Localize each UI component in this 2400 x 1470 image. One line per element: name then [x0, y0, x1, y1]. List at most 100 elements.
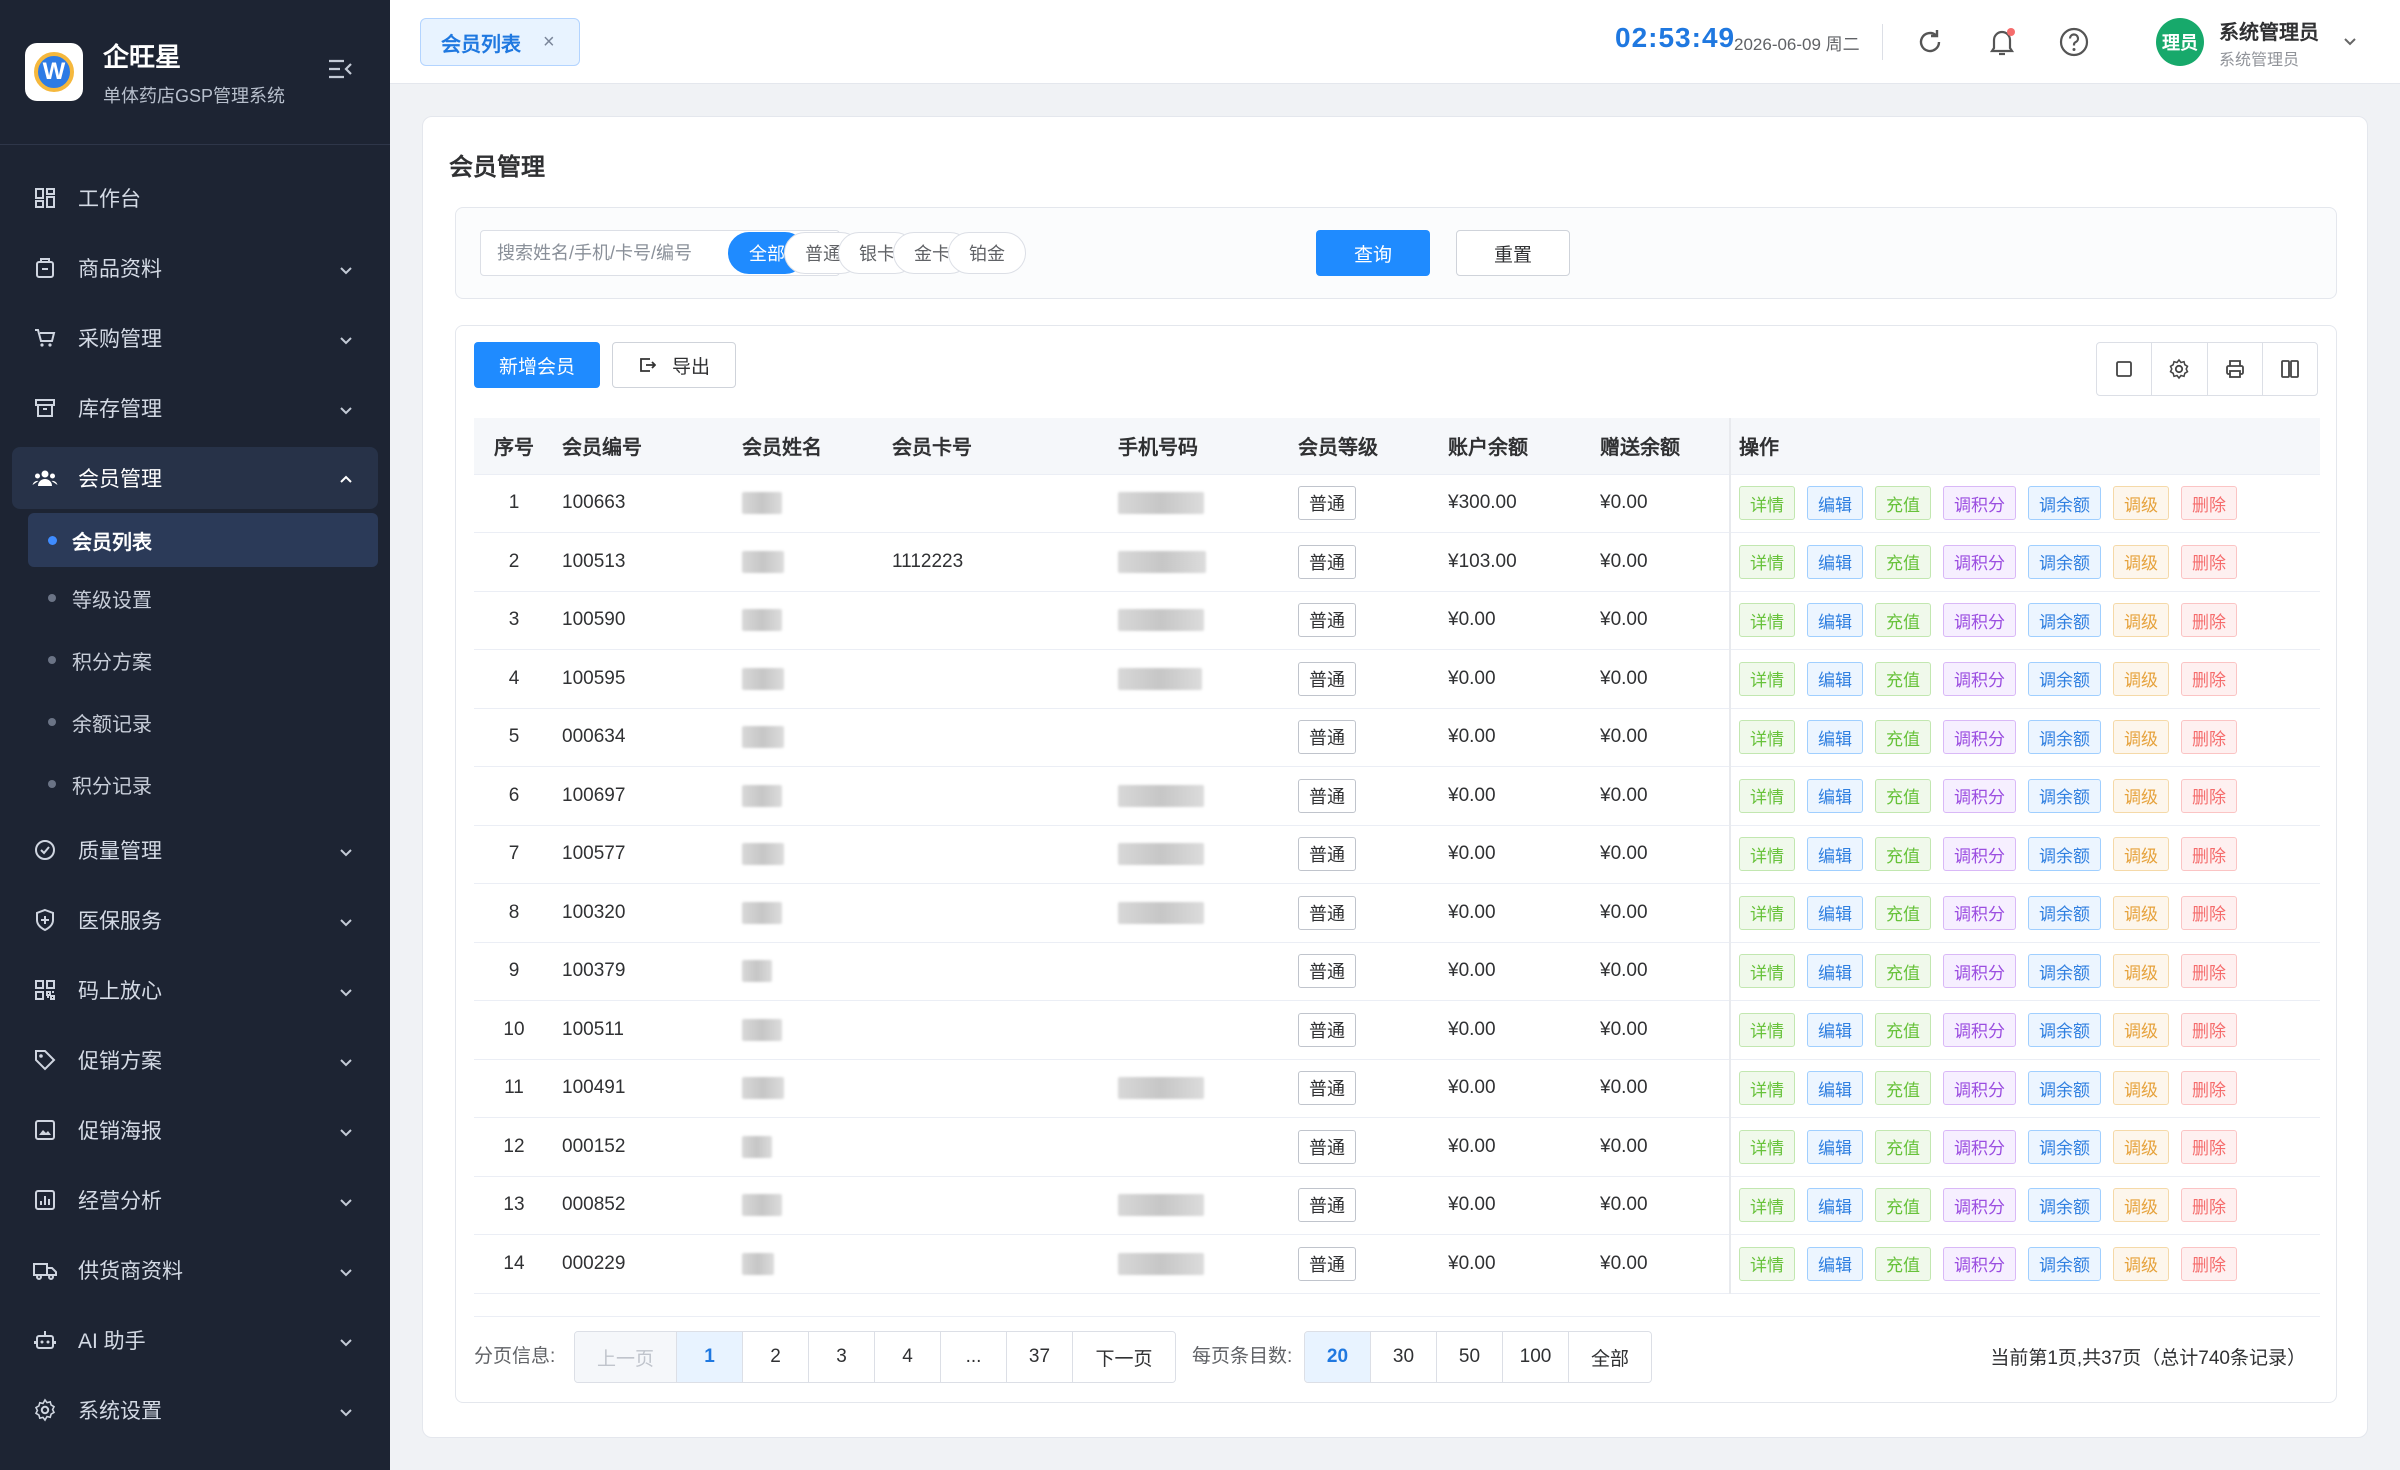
reset-button[interactable]: 重置 — [1456, 230, 1570, 276]
adjust-points-button[interactable]: 调积分 — [1943, 1129, 2016, 1164]
adjust-points-button[interactable]: 调积分 — [1943, 837, 2016, 872]
recharge-button[interactable]: 充值 — [1875, 1188, 1931, 1223]
detail-button[interactable]: 详情 — [1739, 954, 1795, 989]
adjust-level-button[interactable]: 调级 — [2113, 1071, 2169, 1106]
detail-button[interactable]: 详情 — [1739, 720, 1795, 755]
export-button[interactable]: 导出 — [612, 342, 736, 388]
adjust-points-button[interactable]: 调积分 — [1943, 603, 2016, 638]
sidebar-item-qrcode[interactable]: 码上放心 — [0, 955, 390, 1025]
page-button[interactable]: 1 — [677, 1332, 743, 1382]
detail-button[interactable]: 详情 — [1739, 778, 1795, 813]
detail-button[interactable]: 详情 — [1739, 1012, 1795, 1047]
delete-button[interactable]: 删除 — [2181, 720, 2237, 755]
sidebar-item-members[interactable]: 会员管理 — [12, 447, 378, 509]
adjust-balance-button[interactable]: 调余额 — [2028, 486, 2101, 521]
prev-page-button[interactable]: 上一页 — [575, 1332, 677, 1382]
detail-button[interactable]: 详情 — [1739, 837, 1795, 872]
notification-bell-icon[interactable] — [1984, 24, 2020, 60]
delete-button[interactable]: 删除 — [2181, 603, 2237, 638]
adjust-level-button[interactable]: 调级 — [2113, 837, 2169, 872]
print-icon[interactable] — [2208, 343, 2263, 395]
detail-button[interactable]: 详情 — [1739, 544, 1795, 579]
page-size-button[interactable]: 100 — [1503, 1332, 1569, 1382]
delete-button[interactable]: 删除 — [2181, 1246, 2237, 1281]
delete-button[interactable]: 删除 — [2181, 1188, 2237, 1223]
recharge-button[interactable]: 充值 — [1875, 544, 1931, 579]
avatar[interactable]: 理员 — [2156, 18, 2204, 66]
adjust-points-button[interactable]: 调积分 — [1943, 1012, 2016, 1047]
adjust-balance-button[interactable]: 调余额 — [2028, 544, 2101, 579]
adjust-points-button[interactable]: 调积分 — [1943, 661, 2016, 696]
recharge-button[interactable]: 充值 — [1875, 603, 1931, 638]
submenu-item[interactable]: 积分方案 — [0, 629, 390, 691]
edit-button[interactable]: 编辑 — [1807, 778, 1863, 813]
recharge-button[interactable]: 充值 — [1875, 1012, 1931, 1047]
delete-button[interactable]: 删除 — [2181, 544, 2237, 579]
sidebar-item-quality[interactable]: 质量管理 — [0, 815, 390, 885]
adjust-points-button[interactable]: 调积分 — [1943, 778, 2016, 813]
adjust-balance-button[interactable]: 调余额 — [2028, 1071, 2101, 1106]
delete-button[interactable]: 删除 — [2181, 1012, 2237, 1047]
adjust-balance-button[interactable]: 调余额 — [2028, 954, 2101, 989]
adjust-level-button[interactable]: 调级 — [2113, 1188, 2169, 1223]
edit-button[interactable]: 编辑 — [1807, 1188, 1863, 1223]
adjust-level-button[interactable]: 调级 — [2113, 603, 2169, 638]
edit-button[interactable]: 编辑 — [1807, 603, 1863, 638]
page-button[interactable]: 2 — [743, 1332, 809, 1382]
recharge-button[interactable]: 充值 — [1875, 1071, 1931, 1106]
refresh-icon[interactable] — [1912, 24, 1948, 60]
adjust-points-button[interactable]: 调积分 — [1943, 1071, 2016, 1106]
page-size-button[interactable]: 20 — [1305, 1332, 1371, 1382]
chevron-down-icon[interactable] — [2342, 32, 2358, 48]
sidebar-item-goods[interactable]: 商品资料 — [0, 233, 390, 303]
detail-button[interactable]: 详情 — [1739, 661, 1795, 696]
recharge-button[interactable]: 充值 — [1875, 1129, 1931, 1164]
adjust-level-button[interactable]: 调级 — [2113, 661, 2169, 696]
edit-button[interactable]: 编辑 — [1807, 544, 1863, 579]
delete-button[interactable]: 删除 — [2181, 1071, 2237, 1106]
delete-button[interactable]: 删除 — [2181, 895, 2237, 930]
detail-button[interactable]: 详情 — [1739, 1188, 1795, 1223]
sidebar-item-analysis[interactable]: 经营分析 — [0, 1165, 390, 1235]
adjust-level-button[interactable]: 调级 — [2113, 954, 2169, 989]
user-name[interactable]: 系统管理员 — [2219, 16, 2319, 45]
adjust-balance-button[interactable]: 调余额 — [2028, 603, 2101, 638]
edit-button[interactable]: 编辑 — [1807, 954, 1863, 989]
adjust-balance-button[interactable]: 调余额 — [2028, 1246, 2101, 1281]
adjust-level-button[interactable]: 调级 — [2113, 720, 2169, 755]
fullscreen-icon[interactable] — [2097, 343, 2153, 395]
detail-button[interactable]: 详情 — [1739, 1071, 1795, 1106]
adjust-level-button[interactable]: 调级 — [2113, 544, 2169, 579]
add-member-button[interactable]: 新增会员 — [474, 342, 600, 388]
page-size-button[interactable]: 全部 — [1569, 1332, 1651, 1382]
sidebar-item-dashboard[interactable]: 工作台 — [0, 163, 390, 233]
page-size-button[interactable]: 30 — [1371, 1332, 1437, 1382]
delete-button[interactable]: 删除 — [2181, 1129, 2237, 1164]
sidebar-item-import[interactable]: 数据导入 — [0, 1445, 390, 1470]
level-filter-pill[interactable]: 铂金 — [948, 232, 1026, 274]
adjust-balance-button[interactable]: 调余额 — [2028, 1129, 2101, 1164]
delete-button[interactable]: 删除 — [2181, 778, 2237, 813]
recharge-button[interactable]: 充值 — [1875, 661, 1931, 696]
delete-button[interactable]: 删除 — [2181, 486, 2237, 521]
adjust-balance-button[interactable]: 调余额 — [2028, 895, 2101, 930]
columns-icon[interactable] — [2263, 343, 2317, 395]
edit-button[interactable]: 编辑 — [1807, 1071, 1863, 1106]
adjust-points-button[interactable]: 调积分 — [1943, 720, 2016, 755]
recharge-button[interactable]: 充值 — [1875, 778, 1931, 813]
recharge-button[interactable]: 充值 — [1875, 954, 1931, 989]
adjust-points-button[interactable]: 调积分 — [1943, 1246, 2016, 1281]
page-size-button[interactable]: 50 — [1437, 1332, 1503, 1382]
adjust-points-button[interactable]: 调积分 — [1943, 954, 2016, 989]
collapse-sidebar-icon[interactable] — [326, 58, 354, 82]
delete-button[interactable]: 删除 — [2181, 837, 2237, 872]
submenu-item[interactable]: 积分记录 — [0, 753, 390, 815]
sidebar-item-cart[interactable]: 采购管理 — [0, 303, 390, 373]
detail-button[interactable]: 详情 — [1739, 603, 1795, 638]
page-button[interactable]: 4 — [875, 1332, 941, 1382]
tab-member-list[interactable]: 会员列表 × — [420, 18, 580, 66]
next-page-button[interactable]: 下一页 — [1073, 1332, 1175, 1382]
detail-button[interactable]: 详情 — [1739, 1246, 1795, 1281]
sidebar-item-gear[interactable]: 系统设置 — [0, 1375, 390, 1445]
adjust-points-button[interactable]: 调积分 — [1943, 486, 2016, 521]
